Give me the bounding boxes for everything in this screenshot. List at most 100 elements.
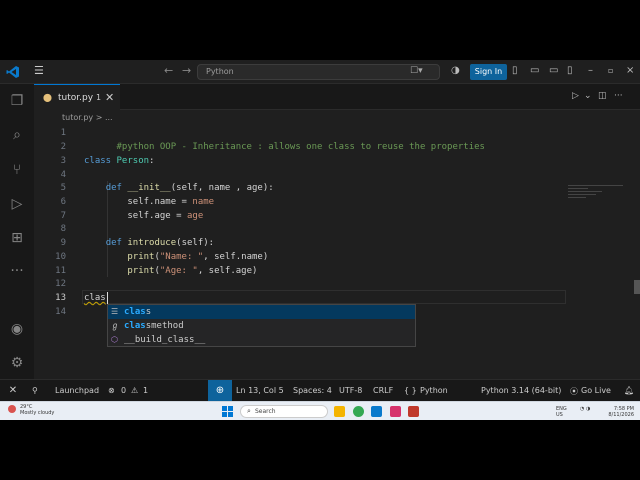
line-number: 3 [60,156,66,166]
taskbar-search[interactable]: ⌕ Search [240,405,328,418]
search-icon[interactable]: ⌕ [8,126,26,144]
args-token: (self, name , age): [170,183,274,193]
explorer-icon[interactable]: ❐ [8,92,26,110]
launchpad-label[interactable]: Launchpad [55,386,99,395]
line-number: 6 [60,197,66,207]
scrollbar[interactable] [634,124,640,379]
suggestion-item[interactable]: ℊ classmethod [108,319,415,333]
copilot-icon[interactable]: ☐▾ [410,66,423,76]
string-token: "Name: " [159,252,204,262]
current-line-highlight [82,290,566,304]
toggle-panel-icon[interactable]: ▯ [512,65,518,77]
indentation[interactable]: Spaces: 4 [293,386,332,395]
minimap[interactable] [568,185,628,205]
vscode-taskbar-icon[interactable] [371,406,382,417]
chevron-down-icon[interactable]: ⌄ [584,91,592,101]
code-line-active: clas [84,291,106,305]
param-token: age [186,211,204,221]
weather-widget[interactable]: 29°C Mostly cloudy [20,404,54,416]
go-live-button[interactable]: Go Live [581,386,611,395]
app-icon[interactable] [390,406,401,417]
source-control-icon[interactable]: ⑂ [8,161,26,179]
args-token: , self.name) [203,252,269,262]
run-debug-icon[interactable]: ▷ [8,195,26,213]
python-file-icon: ⬤ [43,93,52,102]
python-interpreter[interactable]: Python 3.14 (64-bit) [481,386,561,395]
arrow-right-icon[interactable]: → [182,64,191,77]
arrow-left-icon[interactable]: ← [164,64,173,77]
function-token: print [127,266,155,276]
error-count[interactable]: 0 [121,386,126,395]
language-mode[interactable]: Python [420,386,448,395]
args-token: (self): [176,238,215,248]
clock[interactable]: 7:58 PM 8/11/2026 [606,406,634,418]
line-number: 7 [60,211,66,221]
cursor-position[interactable]: Ln 13, Col 5 [236,386,284,395]
toggle-bottom-panel-icon[interactable]: ▭ [549,65,558,77]
line-number: 5 [60,183,66,193]
line-number: 10 [55,252,66,262]
zoom-icon[interactable]: ⊕ [208,380,232,401]
tab-tutor-py[interactable]: ⬤ tutor.py 1 ✕ [34,84,120,110]
line-number: 14 [55,307,66,317]
status-bar: ✕ ⚲ Launchpad ⊗ 0 ⚠ 1 ⊕ Ln 13, Col 5 Spa… [0,379,640,401]
keyword-token: def [105,183,122,193]
suggestion-widget: ☰ class ℊ classmethod ⬡ __build_class__ [107,304,416,347]
error-icon[interactable]: ⊗ [108,386,115,395]
run-icon[interactable]: ▷ [572,91,579,101]
language-indicator[interactable]: ENG US [556,406,567,418]
maximize-icon[interactable]: ▫ [608,65,613,77]
close-window-icon[interactable]: × [626,65,634,77]
remote-icon[interactable]: ✕ [0,380,26,401]
close-icon[interactable]: ✕ [105,91,114,104]
string-token: "Age: " [159,266,198,276]
split-editor-icon[interactable]: ◫ [598,91,607,101]
warning-icon[interactable]: ⚠ [131,386,138,395]
more-actions-icon[interactable]: ··· [614,91,623,101]
command-center-search[interactable]: Python ☐▾ [197,64,440,80]
line-number: 11 [55,266,66,276]
line-number: 4 [60,170,66,180]
line-number: 1 [60,128,66,138]
app-icon[interactable] [408,406,419,417]
accounts-toggle-icon[interactable]: ◑ [451,65,460,77]
extensions-icon[interactable]: ⊞ [8,229,26,247]
punct-token: : [149,156,155,166]
line-number-active: 13 [55,293,66,303]
chrome-icon[interactable] [353,406,364,417]
hamburger-icon[interactable]: ☰ [34,64,44,77]
attr-token: self.name [127,197,177,207]
scrollbar-thumb[interactable] [634,280,640,294]
windows-start-icon[interactable] [222,406,233,417]
problem-count: 1 [96,93,102,102]
suggestion-item[interactable]: ☰ class [108,305,415,319]
code-line: print("Age: ", self.age) [84,264,257,278]
braces-icon: { } [404,386,417,395]
end-of-line[interactable]: CRLF [373,386,393,395]
weather-icon[interactable] [8,405,16,413]
sign-in-button[interactable]: Sign In [470,64,507,80]
bell-icon[interactable]: 🔔︎ [624,386,634,395]
vscode-logo-icon [6,66,19,78]
breadcrumb[interactable]: tutor.py > ... [62,113,113,122]
customize-layout-icon[interactable]: ▯ [567,65,573,77]
code-line: def __init__(self, name , age): [84,181,274,195]
code-line: class Person: [84,154,154,168]
account-icon[interactable]: ◉ [8,320,26,338]
launchpad-icon[interactable]: ⚲ [32,386,38,395]
more-icon[interactable]: ··· [8,262,26,280]
toggle-sidebar-icon[interactable]: ▭ [530,65,539,77]
code-line: #python OOP - Inheritance : allows one c… [84,126,485,152]
file-explorer-icon[interactable] [334,406,345,417]
line-number: 2 [60,142,66,152]
suggestion-item[interactable]: ⬡ __build_class__ [108,333,415,347]
code-line: print("Name: ", self.name) [84,250,268,264]
comment-token: #python OOP - Inheritance : allows one c… [116,142,485,152]
warning-count[interactable]: 1 [143,386,148,395]
encoding[interactable]: UTF-8 [339,386,362,395]
tray-icons[interactable]: ◔ ◑ [580,406,590,412]
gear-icon[interactable]: ⚙ [8,354,26,372]
minimize-icon[interactable]: – [588,65,593,77]
keyword-token: def [105,238,122,248]
vscode-window: ☰ ← → Python ☐▾ ◑ Sign In ▯ ▭ ▭ ▯ – ▫ × … [0,60,640,420]
